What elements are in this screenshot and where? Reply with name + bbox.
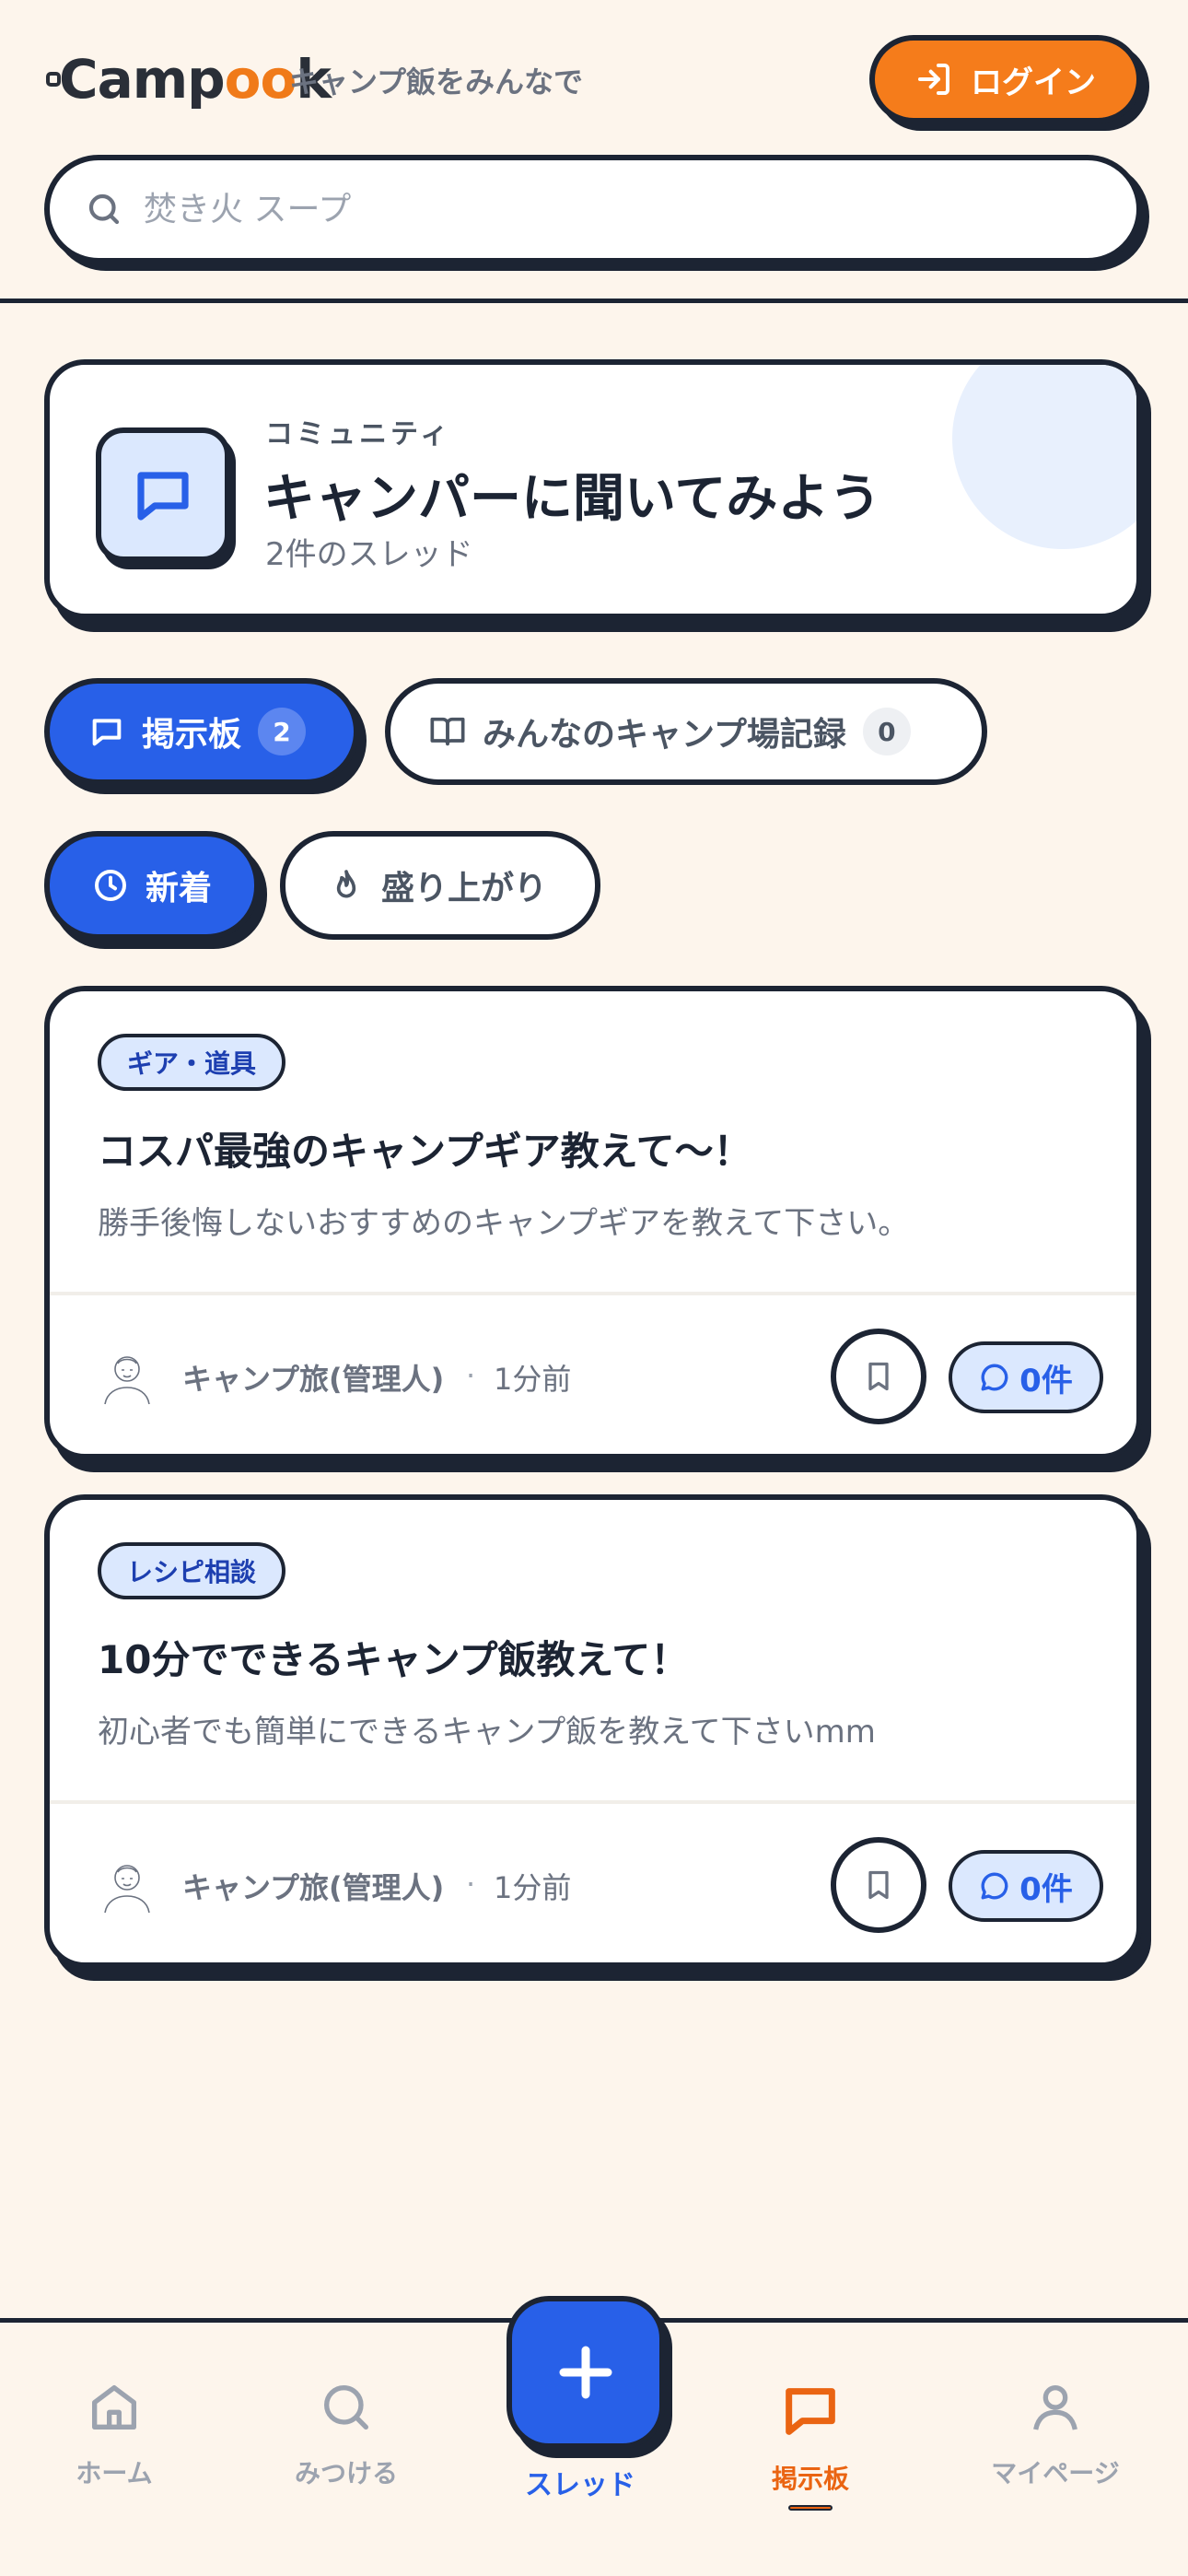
avatar[interactable] [98,1347,157,1406]
thread-count: 2件のスレッド [265,536,473,573]
nav-mypage[interactable]: マイページ [954,2378,1157,2490]
search-bar[interactable] [44,155,1142,263]
clock-icon [95,870,126,901]
search-icon [324,2385,368,2430]
nav-home[interactable]: ホーム [13,2378,215,2490]
tagline: キャンプ飯をみんなで [289,64,584,100]
thread-title[interactable]: コスパ最強のキャンプギア教えて〜！ [98,1120,752,1177]
flame-icon [336,870,356,898]
search-input[interactable] [144,190,973,228]
bookmark-button[interactable] [831,1329,926,1424]
tab-board-label: 掲示板 [142,716,242,754]
active-indicator [788,2505,833,2511]
tab-board[interactable]: 掲示板 2 [44,678,359,785]
card-divider [50,1800,1136,1804]
comment-count: 0件 [1019,1362,1073,1399]
comment-icon [981,1364,1008,1391]
community-banner: コミュニティ キャンパーに聞いてみよう 2件のスレッド [44,359,1142,619]
avatar[interactable] [98,1856,157,1914]
thread-body: 初心者でも簡単にできるキャンプ飯を教えて下さいmm [98,1714,876,1751]
thread-card[interactable]: ギア・道具 コスパ最強のキャンプギア教えて〜！ 勝手後悔しないおすすめのキャンプ… [44,986,1142,1459]
thread-title[interactable]: 10分でできるキャンプ飯教えて！ [98,1629,689,1685]
login-label: ログイン [971,64,1096,101]
chat-bubble-icon [92,719,122,746]
decorative-circle [952,365,1136,549]
login-icon [918,64,949,95]
user-icon [1033,2385,1077,2430]
post-time: 1分前 [494,1870,572,1905]
nav-mypage-label: マイページ [991,2458,1120,2488]
tab-board-count: 2 [258,708,307,755]
comment-count: 0件 [1019,1870,1073,1908]
category-tag[interactable]: レシピ相談 [98,1542,286,1599]
new-thread-button[interactable] [507,2296,665,2449]
author-name: キャンプ旅(管理人) [182,1362,445,1397]
sort-newest[interactable]: 新着 [44,831,260,940]
meta-separator: · [466,1358,476,1393]
thread-card[interactable]: レシピ相談 10分でできるキャンプ飯教えて！ 初心者でも簡単にできるキャンプ飯を… [44,1494,1142,1968]
community-kicker: コミュニティ [265,418,452,451]
chat-bubble-icon [786,2388,835,2435]
new-thread-label: スレッド [525,2469,635,2501]
bookmark-icon [868,1362,889,1391]
login-button[interactable]: ログイン [869,35,1142,123]
sort-popular[interactable]: 盛り上がり [280,831,600,940]
meta-separator: · [466,1867,476,1902]
comment-count-button[interactable]: 0件 [949,1850,1103,1922]
thread-body: 勝手後悔しないおすすめのキャンプギアを教えて下さい。 [98,1205,910,1242]
header-divider [0,299,1188,303]
comment-count-button[interactable]: 0件 [949,1341,1103,1413]
post-time: 1分前 [494,1362,572,1397]
tab-campsite-records[interactable]: みんなのキャンプ場記録 0 [385,678,987,785]
tab-campsite-label: みんなのキャンプ場記録 [483,716,846,754]
app-header: Campook キャンプ飯をみんなで ログイン [0,0,1188,304]
plus-icon [559,2346,612,2399]
nav-find[interactable]: みつける [245,2378,448,2490]
chat-bubble-icon [96,427,230,562]
comment-icon [981,1872,1008,1900]
nav-board-label: 掲示板 [771,2464,849,2494]
card-divider [50,1292,1136,1295]
nav-home-label: ホーム [76,2458,153,2488]
nav-board[interactable]: 掲示板 [709,2378,912,2511]
bookmark-icon [868,1870,889,1900]
community-title: キャンパーに聞いてみよう [263,469,881,529]
search-icon [88,193,120,225]
tab-campsite-count: 0 [862,708,911,755]
nav-find-label: みつける [294,2458,398,2488]
bookmark-button[interactable] [831,1837,926,1933]
sort-newest-label: 新着 [146,870,213,907]
category-tag[interactable]: ギア・道具 [98,1034,286,1091]
author-name: キャンプ旅(管理人) [182,1870,445,1905]
sort-popular-label: 盛り上がり [381,870,548,907]
book-icon [430,717,465,746]
campook-logo[interactable]: Campook [44,41,332,118]
home-icon [92,2385,136,2430]
